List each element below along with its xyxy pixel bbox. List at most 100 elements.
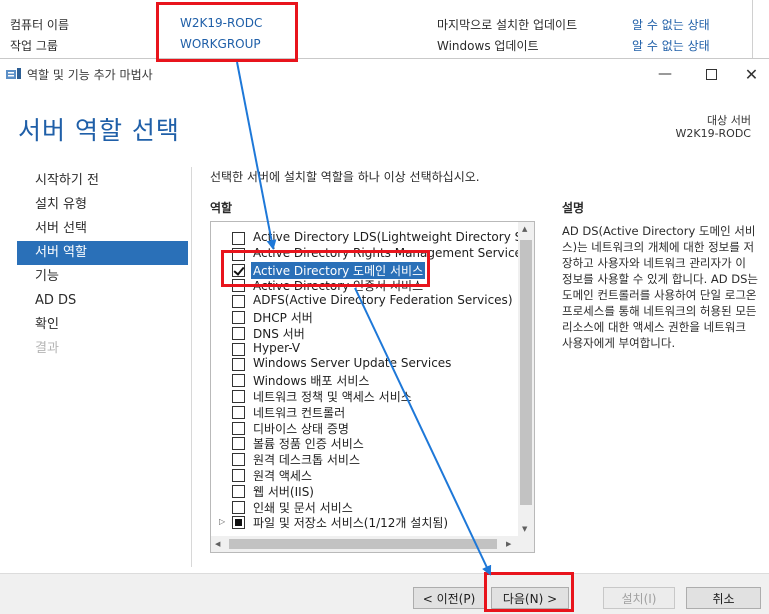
- role-checkbox[interactable]: [232, 263, 245, 277]
- role-item[interactable]: Active Directory 도메인 서비스: [211, 261, 519, 279]
- maximize-icon: [705, 68, 717, 80]
- role-label: DNS 서버: [253, 326, 305, 341]
- windows-update-label: Windows 업데이트: [437, 39, 539, 53]
- role-label: ADFS(Active Directory Federation Service…: [253, 293, 513, 308]
- horizontal-scroll-thumb[interactable]: [229, 539, 497, 549]
- role-checkbox[interactable]: [232, 374, 245, 388]
- role-label: 웹 서버(IIS): [253, 484, 314, 499]
- role-item[interactable]: ▷ 파일 및 저장소 서비스(1/12개 설치됨): [211, 514, 519, 530]
- role-item[interactable]: DNS 서버: [211, 325, 519, 341]
- description-heading: 설명: [562, 201, 585, 215]
- role-label: Active Directory 인증서 서비스: [253, 279, 424, 294]
- role-checkbox[interactable]: [232, 516, 245, 530]
- role-label: 인쇄 및 문서 서비스: [253, 500, 353, 515]
- scroll-left-icon[interactable]: ◀: [215, 540, 220, 548]
- role-checkbox[interactable]: [232, 437, 245, 451]
- role-checkbox[interactable]: [232, 390, 245, 403]
- previous-button[interactable]: < 이전(P): [413, 587, 485, 609]
- nav-item-server-selection[interactable]: 서버 선택: [17, 217, 188, 241]
- role-checkbox[interactable]: [232, 500, 245, 514]
- role-label: Windows Server Update Services: [253, 356, 452, 371]
- wizard-footer: < 이전(P) 다음(N) > 설치(I) 취소: [0, 573, 769, 614]
- role-checkbox[interactable]: [232, 326, 245, 340]
- role-checkbox[interactable]: [232, 247, 245, 261]
- role-label: 원격 액세스: [253, 469, 313, 483]
- title-bar[interactable]: 역할 및 기능 추가 마법사 — ✕: [0, 59, 769, 89]
- role-label: DHCP 서버: [253, 311, 313, 325]
- role-item[interactable]: Windows Server Update Services: [211, 356, 519, 372]
- nav-item-features[interactable]: 기능: [17, 265, 188, 289]
- computer-name-link[interactable]: W2K19-RODC: [180, 16, 262, 30]
- role-checkbox[interactable]: [232, 279, 245, 293]
- vertical-scroll-thumb[interactable]: [520, 240, 532, 505]
- nav-item-results: 결과: [35, 341, 59, 356]
- role-item[interactable]: ADFS(Active Directory Federation Service…: [211, 293, 519, 309]
- role-item[interactable]: 볼륨 정품 인증 서비스: [211, 435, 519, 451]
- nav-item-before-you-begin[interactable]: 시작하기 전: [17, 169, 188, 193]
- install-button: 설치(I): [603, 587, 675, 609]
- role-checkbox[interactable]: [232, 311, 245, 324]
- maximize-button[interactable]: [688, 62, 734, 86]
- role-checkbox[interactable]: [232, 469, 245, 482]
- server-info-panel: 컴퓨터 이름 W2K19-RODC 작업 그룹 WORKGROUP 마지막으로 …: [0, 0, 769, 58]
- nav-item-server-roles[interactable]: 서버 역할: [17, 241, 188, 265]
- role-label: Active Directory 도메인 서비스: [251, 261, 426, 279]
- role-item[interactable]: 네트워크 정책 및 액세스 서비스: [211, 388, 519, 404]
- role-item[interactable]: 인쇄 및 문서 서비스: [211, 499, 519, 515]
- role-item[interactable]: 디바이스 상태 증명: [211, 420, 519, 436]
- last-update-link[interactable]: 알 수 없는 상태: [632, 16, 710, 33]
- nav-item-confirmation[interactable]: 확인: [17, 313, 188, 337]
- windows-update-link[interactable]: 알 수 없는 상태: [632, 37, 710, 54]
- role-item[interactable]: Windows 배포 서비스: [211, 372, 519, 388]
- role-checkbox[interactable]: [232, 405, 245, 419]
- role-label: 네트워크 정책 및 액세스 서비스: [253, 390, 412, 404]
- role-item[interactable]: Hyper-V: [211, 341, 519, 357]
- nav-divider: [191, 167, 192, 567]
- nav-item-installation-type[interactable]: 설치 유형: [17, 193, 188, 217]
- role-item[interactable]: Active Directory Rights Management Servi…: [211, 246, 528, 262]
- add-roles-wizard-dialog: 역할 및 기능 추가 마법사 — ✕ 서버 역할 선택 대상 서버 W2K19-…: [0, 58, 769, 614]
- role-checkbox[interactable]: [232, 453, 245, 467]
- expand-icon[interactable]: ▷: [219, 517, 225, 526]
- role-checkbox[interactable]: [232, 232, 245, 245]
- vertical-scrollbar[interactable]: ▲ ▼: [518, 222, 534, 536]
- cancel-button[interactable]: 취소: [686, 587, 761, 609]
- role-label: 볼륨 정품 인증 서비스: [253, 437, 364, 452]
- role-checkbox[interactable]: [232, 421, 245, 435]
- role-item[interactable]: DHCP 서버: [211, 309, 519, 325]
- workgroup-link[interactable]: WORKGROUP: [180, 37, 261, 51]
- page-title: 서버 역할 선택: [18, 116, 180, 145]
- last-update-label: 마지막으로 설치한 업데이트: [437, 18, 578, 32]
- close-button[interactable]: ✕: [734, 62, 769, 86]
- roles-list[interactable]: Active Directory LDS(Lightweight Directo…: [210, 221, 535, 553]
- role-label: Active Directory LDS(Lightweight Directo…: [253, 230, 535, 244]
- close-icon: ✕: [744, 64, 759, 84]
- role-checkbox[interactable]: [232, 342, 245, 356]
- description-text: AD DS(Active Directory 도메인 서비스)는 네트워크의 개…: [562, 224, 759, 350]
- role-checkbox[interactable]: [232, 295, 245, 309]
- role-item[interactable]: 원격 액세스: [211, 467, 519, 483]
- nav-item-ad-ds[interactable]: AD DS: [17, 289, 188, 313]
- scroll-down-icon[interactable]: ▼: [522, 525, 527, 533]
- role-item[interactable]: 네트워크 컨트롤러: [211, 404, 519, 420]
- computer-name-label: 컴퓨터 이름: [10, 18, 70, 32]
- workgroup-label: 작업 그룹: [10, 39, 58, 53]
- role-item[interactable]: Active Directory LDS(Lightweight Directo…: [211, 230, 534, 246]
- scroll-up-icon[interactable]: ▲: [522, 225, 527, 233]
- role-label: 디바이스 상태 증명: [253, 421, 349, 436]
- roles-heading: 역할: [210, 201, 233, 215]
- horizontal-scrollbar[interactable]: ◀ ▶: [211, 536, 534, 552]
- scroll-right-icon[interactable]: ▶: [506, 540, 511, 548]
- role-label: Hyper-V: [253, 340, 301, 355]
- role-checkbox[interactable]: [232, 484, 245, 498]
- role-item[interactable]: 원격 데스크톱 서비스: [211, 451, 519, 467]
- wizard-navigation: 시작하기 전 설치 유형 서버 선택 서버 역할 기능 AD DS 확인 결과: [17, 169, 188, 361]
- role-item[interactable]: Active Directory 인증서 서비스: [211, 277, 519, 293]
- role-label: Active Directory Rights Management Servi…: [253, 245, 529, 260]
- minimize-button[interactable]: —: [642, 62, 688, 86]
- role-label: 파일 및 저장소 서비스(1/12개 설치됨): [253, 516, 449, 531]
- role-checkbox[interactable]: [232, 358, 245, 372]
- role-label: 네트워크 컨트롤러: [253, 405, 346, 420]
- next-button[interactable]: 다음(N) >: [491, 587, 569, 609]
- role-item[interactable]: 웹 서버(IIS): [211, 483, 519, 499]
